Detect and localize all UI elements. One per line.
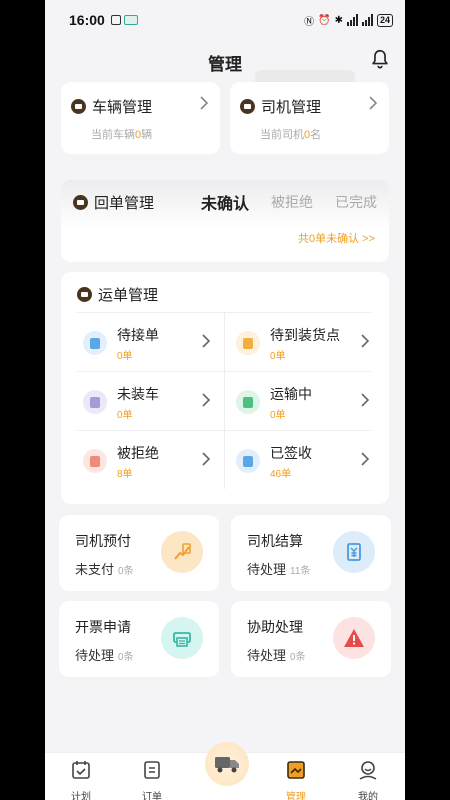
tab-completed[interactable]: 已完成 — [335, 192, 377, 212]
settlement-yuan-icon — [333, 531, 375, 573]
unconfirmed-summary-link[interactable]: 共0单未确认 >> — [298, 230, 375, 246]
signal-icon — [361, 14, 373, 26]
in-transit-icon — [236, 390, 260, 414]
chevron-right-icon — [361, 334, 369, 348]
receipt-title: 回单管理 — [94, 195, 155, 212]
tab-rejected[interactable]: 被拒绝 — [271, 192, 313, 212]
signed-icon — [236, 449, 260, 473]
waybill-item-pending-loading-point[interactable]: 待到装货点 0单 — [224, 312, 371, 371]
loading-point-icon — [236, 331, 260, 355]
bluetooth-icon: ✱ — [334, 14, 343, 26]
driver-settlement-tile[interactable]: 司机结算 待处理 11条 — [231, 515, 391, 591]
vehicle-card-title: 车辆管理 — [92, 99, 153, 116]
alarm-icon: ⏰ — [318, 14, 331, 26]
truck-center-button[interactable] — [205, 742, 249, 786]
nfc-icon: Ⓝ — [304, 16, 315, 28]
user-icon — [359, 761, 377, 780]
document-icon — [144, 761, 160, 779]
receipt-management-card: 回单管理 未确认 被拒绝 已完成 共0单未确认 >> — [61, 180, 389, 262]
chevron-right-icon — [202, 452, 210, 466]
chevron-right-icon — [202, 393, 210, 407]
bell-icon[interactable] — [369, 48, 391, 70]
chevron-right-icon — [361, 393, 369, 407]
waybill-item-in-transit[interactable]: 运输中 0单 — [224, 371, 371, 430]
app-screen: 16:00 Ⓝ ⏰ ✱ 24 管理 车辆管理 当前车辆0辆 司机管理 当前司机0… — [45, 0, 405, 800]
vehicle-icon — [71, 99, 86, 114]
calendar-check-icon — [72, 761, 90, 779]
receipt-tabs: 未确认 被拒绝 已完成 — [192, 190, 377, 214]
chevron-right-icon — [369, 96, 377, 110]
page-title: 管理 — [208, 55, 242, 74]
driver-prepay-tile[interactable]: 司机预付 未支付 0条 — [59, 515, 219, 591]
vehicle-count-text: 当前车辆0辆 — [91, 129, 153, 141]
page-header: 管理 — [45, 40, 405, 116]
receipt-icon — [73, 195, 88, 210]
vehicle-management-card[interactable]: 车辆管理 当前车辆0辆 — [61, 82, 220, 154]
driver-count-text: 当前司机0名 — [260, 129, 322, 141]
waybill-icon — [77, 287, 92, 302]
tab-order[interactable]: 订单 — [132, 759, 172, 800]
driver-management-card[interactable]: 司机管理 当前司机0名 — [230, 82, 389, 154]
invoice-application-tile[interactable]: 开票申请 待处理 0条 — [59, 601, 219, 677]
waybill-item-rejected[interactable]: 被拒绝 8单 — [77, 430, 224, 489]
sim-icon — [110, 15, 121, 25]
truck-icon — [215, 757, 239, 773]
prepay-hand-icon — [161, 531, 203, 573]
waybill-title: 运单管理 — [98, 287, 159, 304]
chevron-right-icon — [200, 96, 208, 110]
warning-icon — [333, 617, 375, 659]
assist-handling-tile[interactable]: 协助处理 待处理 0条 — [231, 601, 391, 677]
waybill-item-pending-accept[interactable]: 待接单 0单 — [77, 312, 224, 371]
rejected-icon — [83, 449, 107, 473]
waybill-management-card: 运单管理 待接单 0单 待到装货点 0单 未装车 0单 运输中 0单 被拒绝 8… — [61, 272, 389, 504]
chevron-right-icon — [202, 334, 210, 348]
pending-accept-icon — [83, 331, 107, 355]
not-loaded-icon — [83, 390, 107, 414]
tab-mine[interactable]: 我的 — [348, 759, 388, 800]
waybill-item-not-loaded[interactable]: 未装车 0单 — [77, 371, 224, 430]
waybill-item-signed[interactable]: 已签收 46单 — [224, 430, 371, 489]
driver-icon — [240, 99, 255, 114]
tab-manage[interactable]: 管理 — [276, 759, 316, 800]
app-notification-icon — [123, 15, 138, 25]
status-bar: 16:00 Ⓝ ⏰ ✱ 24 — [45, 0, 405, 40]
status-time: 16:00 — [69, 12, 105, 28]
manage-icon — [287, 761, 305, 779]
battery-icon: 24 — [376, 13, 393, 27]
driver-card-title: 司机管理 — [261, 99, 322, 116]
tab-plan[interactable]: 计划 — [61, 759, 101, 800]
tab-unconfirmed[interactable]: 未确认 — [192, 190, 249, 214]
invoice-printer-icon — [161, 617, 203, 659]
chevron-right-icon — [361, 452, 369, 466]
signal-icon — [346, 14, 358, 26]
